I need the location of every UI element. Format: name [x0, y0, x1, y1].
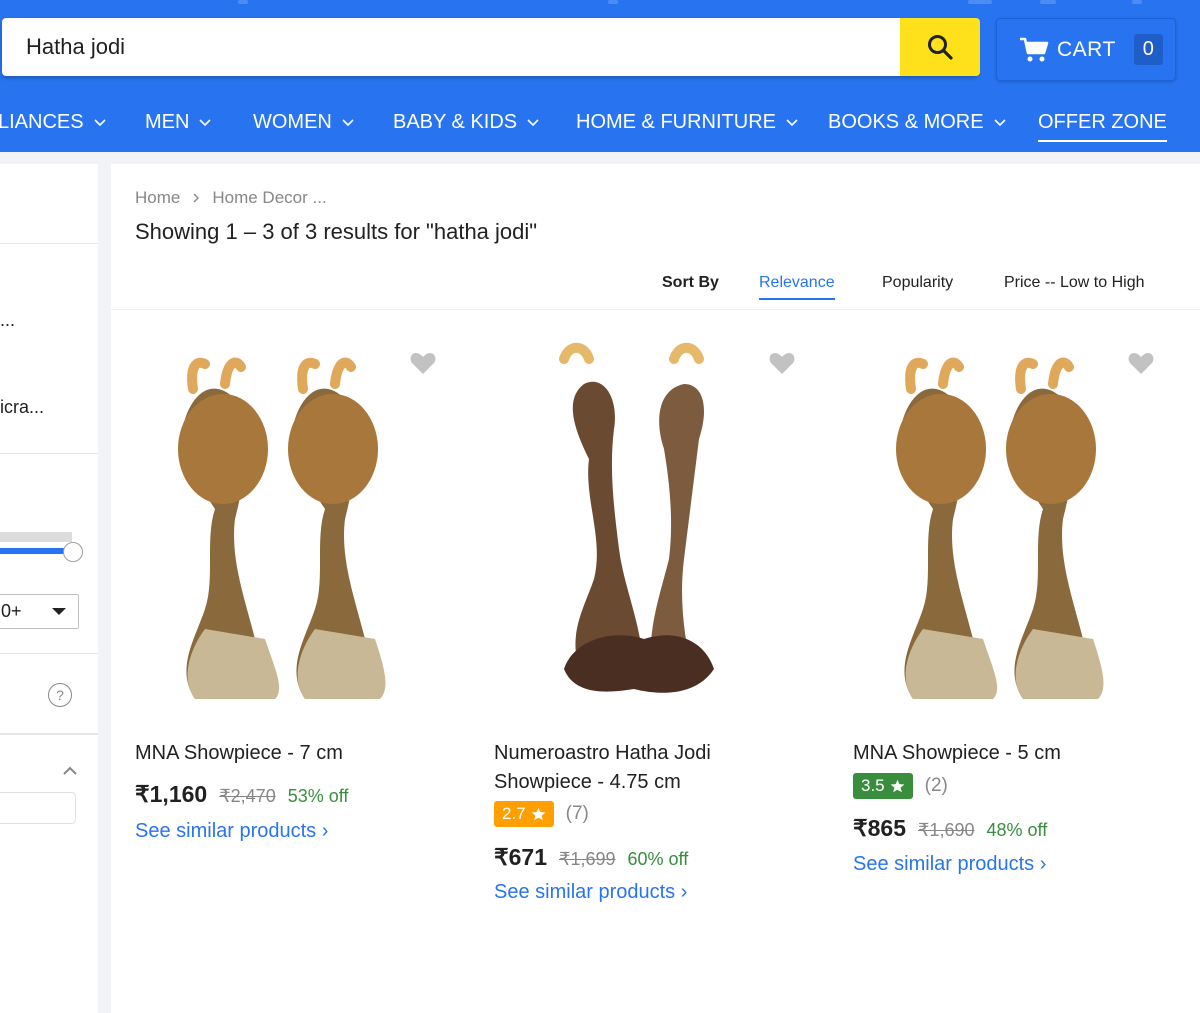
chevron-up-icon[interactable] — [62, 766, 78, 776]
breadcrumb: Home Home Decor ... — [135, 188, 327, 208]
star-icon — [890, 779, 905, 793]
search-input[interactable] — [2, 18, 896, 76]
chevron-down-icon — [994, 118, 1006, 126]
heart-icon[interactable] — [1128, 351, 1154, 375]
product-mrp: ₹1,699 — [559, 849, 616, 869]
help-icon[interactable]: ? — [48, 683, 72, 707]
results-title: Showing 1 – 3 of 3 results for "hatha jo… — [135, 219, 538, 244]
nav-item-baby-kids[interactable]: BABY & KIDS — [393, 93, 539, 152]
select-value: 0+ — [1, 601, 22, 621]
divider — [0, 453, 98, 454]
rating-count: (7) — [565, 803, 589, 824]
heart-icon[interactable] — [769, 351, 795, 375]
divider — [111, 309, 1200, 310]
rating-row: 3.5 (2) — [853, 773, 948, 799]
product-name[interactable]: Numeroastro Hatha Jodi Showpiece - 4.75 … — [494, 739, 814, 797]
nav-item-label: BOOKS & MORE — [828, 111, 984, 133]
rating-badge: 3.5 — [853, 773, 913, 799]
product-name[interactable]: MNA Showpiece - 7 cm — [135, 739, 455, 768]
cart-count-badge: 0 — [1133, 34, 1163, 65]
product-mrp: ₹1,690 — [918, 820, 975, 840]
nav-item-label: LIANCES — [0, 111, 84, 133]
chevron-down-icon — [527, 118, 539, 126]
nav-item-label: MEN — [145, 111, 190, 133]
price-slider-track[interactable] — [0, 532, 72, 542]
cart-icon — [1020, 37, 1049, 61]
chevron-right-icon — [193, 193, 200, 203]
max-price-select[interactable]: 0+ — [0, 594, 79, 629]
nav-item-label: OFFER ZONE — [1038, 111, 1167, 142]
divider — [0, 243, 98, 244]
product-image[interactable] — [853, 339, 1153, 699]
header-fragment — [968, 0, 992, 4]
nav-item-label: BABY & KIDS — [393, 111, 518, 133]
breadcrumb-current[interactable]: Home Decor ... — [212, 188, 326, 208]
chevron-down-icon — [94, 118, 106, 126]
breadcrumb-home[interactable]: Home — [135, 188, 180, 208]
product-mrp: ₹2,470 — [219, 786, 276, 806]
header-bar: CART 0 — [0, 0, 1200, 93]
nav-item-books-more[interactable]: BOOKS & MORE — [828, 93, 1006, 152]
price-row: ₹671 ₹1,699 60% off — [494, 844, 688, 871]
search-button[interactable] — [900, 18, 980, 76]
rating-value: 3.5 — [861, 776, 885, 795]
rating-value: 2.7 — [502, 804, 526, 823]
header-fragment — [238, 0, 248, 4]
product-price: ₹671 — [494, 844, 548, 870]
product-discount: 53% off — [287, 786, 349, 806]
price-row: ₹1,160 ₹2,470 53% off — [135, 781, 348, 808]
filter-search-input[interactable] — [0, 792, 76, 824]
nav-item-women[interactable]: WOMEN — [253, 93, 354, 152]
price-slider-handle[interactable] — [63, 542, 83, 562]
filter-option[interactable]: icra... — [0, 397, 44, 418]
product-name[interactable]: MNA Showpiece - 5 cm — [853, 739, 1173, 768]
chevron-down-icon — [199, 118, 212, 126]
sort-by-label: Sort By — [662, 274, 719, 291]
search-icon — [928, 35, 953, 60]
rating-count: (2) — [924, 775, 948, 796]
filter-option[interactable]: ... — [0, 310, 15, 331]
results-panel: Home Home Decor ... Showing 1 – 3 of 3 r… — [111, 164, 1200, 1013]
divider — [0, 734, 98, 735]
product-discount: 60% off — [627, 849, 689, 869]
cart-button[interactable]: CART 0 — [996, 18, 1176, 81]
heart-icon[interactable] — [410, 351, 436, 375]
chevron-down-icon — [786, 118, 798, 126]
cart-label: CART — [1057, 37, 1116, 61]
sort-popularity[interactable]: Popularity — [882, 274, 953, 292]
see-similar-link[interactable]: See similar products › — [135, 820, 328, 843]
header-fragment — [1040, 0, 1056, 4]
product-price: ₹1,160 — [135, 781, 208, 807]
nav-item-home-furniture[interactable]: HOME & FURNITURE — [576, 93, 798, 152]
header-fragment — [608, 0, 618, 4]
price-slider-fill — [0, 548, 68, 554]
filter-sidebar: ... icra... — [0, 164, 98, 1013]
nav-item-label: WOMEN — [253, 111, 332, 133]
nav-item-appliances[interactable]: LIANCES — [0, 93, 106, 152]
product-image[interactable] — [494, 339, 794, 699]
sort-relevance[interactable]: Relevance — [759, 274, 835, 300]
see-similar-link[interactable]: See similar products › — [853, 853, 1046, 876]
dropdown-caret-icon — [52, 608, 66, 615]
price-row: ₹865 ₹1,690 48% off — [853, 815, 1047, 842]
star-icon — [531, 807, 546, 821]
search-bar — [2, 18, 980, 76]
category-nav: LIANCES MEN WOMEN BABY & KIDS HOME & FUR… — [0, 93, 1200, 152]
divider — [0, 653, 98, 654]
see-similar-link[interactable]: See similar products › — [494, 881, 687, 904]
product-discount: 48% off — [986, 820, 1048, 840]
nav-item-label: HOME & FURNITURE — [576, 111, 776, 133]
rating-row: 2.7 (7) — [494, 801, 589, 827]
product-image[interactable] — [135, 339, 435, 699]
sort-price-low-high[interactable]: Price -- Low to High — [1004, 274, 1145, 292]
nav-item-men[interactable]: MEN — [145, 93, 212, 152]
rating-badge: 2.7 — [494, 801, 554, 827]
header-fragment — [1132, 0, 1142, 4]
nav-item-offer-zone[interactable]: OFFER ZONE — [1038, 93, 1167, 152]
chevron-down-icon — [342, 118, 354, 126]
product-price: ₹865 — [853, 815, 907, 841]
